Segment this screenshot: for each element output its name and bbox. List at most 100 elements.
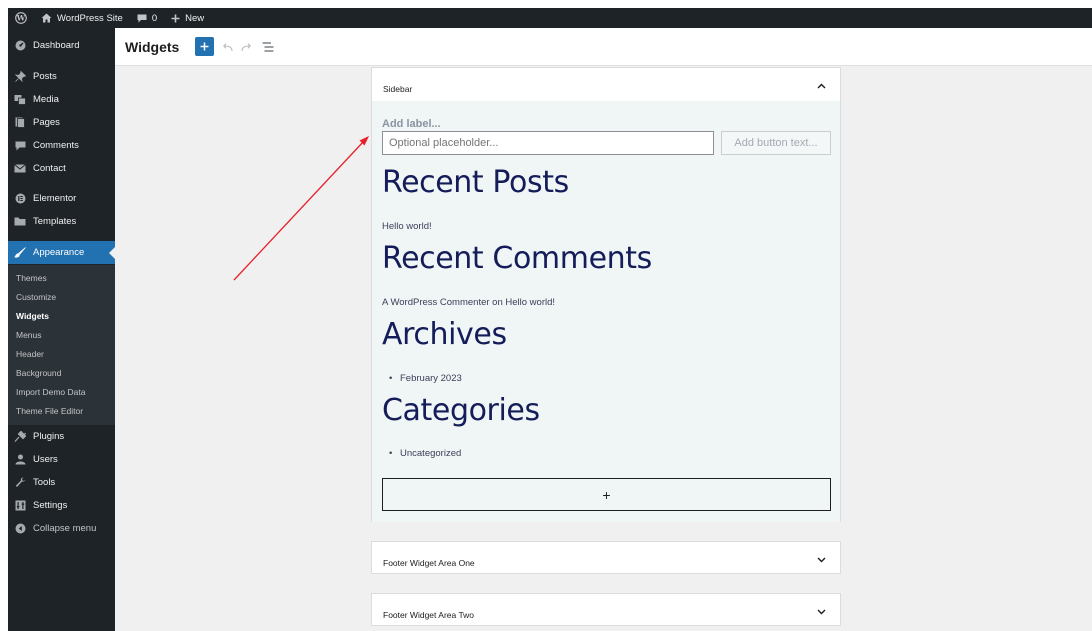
plug-icon — [13, 430, 27, 444]
menu-dashboard[interactable]: Dashboard — [8, 34, 115, 57]
widget-area-footer-one: Footer Widget Area One — [371, 541, 841, 574]
menu-label: Elementor — [33, 193, 77, 204]
site-name: WordPress Site — [57, 12, 123, 24]
menu-contact[interactable]: Contact — [8, 157, 115, 180]
chevron-down-icon[interactable] — [817, 609, 826, 615]
search-label[interactable]: Add label... — [382, 118, 441, 130]
folder-icon — [13, 215, 27, 229]
widget-area-header[interactable]: Footer Widget Area Two — [372, 594, 840, 627]
submenu-background[interactable]: Background — [16, 368, 61, 378]
menu-label: Tools — [33, 477, 56, 488]
left-margin — [0, 0, 8, 631]
admin-bar: W WordPress Site 0 New — [8, 8, 1092, 28]
redo-icon — [241, 42, 251, 51]
page-title: Widgets — [125, 39, 180, 55]
list-view-button[interactable] — [260, 39, 276, 55]
user-icon — [13, 453, 27, 467]
menu-label: Plugins — [33, 431, 65, 442]
categories-heading: Categories — [382, 393, 540, 428]
undo-icon — [223, 42, 233, 51]
comment-post-link[interactable]: Hello world! — [505, 297, 555, 308]
menu-label: Contact — [33, 163, 66, 174]
plus-icon — [200, 42, 209, 51]
widget-area-body: Add label... Add button text... Recent P… — [372, 101, 840, 522]
dashboard-icon — [13, 39, 27, 53]
appearance-submenu: Themes Customize Widgets Menus Header Ba… — [8, 265, 115, 425]
menu-templates[interactable]: Templates — [8, 210, 115, 233]
collapse-icon — [13, 522, 27, 536]
submenu-header[interactable]: Header — [16, 349, 44, 359]
media-icon — [13, 93, 27, 107]
list-view-icon — [262, 42, 274, 52]
elementor-icon — [13, 192, 27, 206]
menu-label: Posts — [33, 71, 57, 82]
block-inserter-button[interactable] — [195, 37, 214, 56]
mail-icon — [13, 162, 27, 176]
comment-on-text: on — [492, 297, 503, 308]
widget-area-footer-two: Footer Widget Area Two — [371, 593, 841, 626]
search-placeholder-input[interactable] — [382, 131, 714, 155]
widget-area-header[interactable]: Footer Widget Area One — [372, 542, 840, 575]
menu-comments[interactable]: Comments — [8, 134, 115, 157]
new-content-link[interactable]: New — [164, 8, 211, 28]
menu-users[interactable]: Users — [8, 448, 115, 471]
menu-label: Appearance — [33, 247, 85, 258]
archives-heading: Archives — [382, 317, 507, 352]
admin-sidebar: Dashboard Posts Media Pages Comments Con… — [8, 28, 115, 631]
wp-logo-button[interactable]: W — [8, 8, 34, 28]
menu-label: Dashboard — [33, 40, 80, 51]
menu-label: Templates — [33, 216, 77, 227]
widget-area-title: Sidebar — [383, 84, 413, 94]
menu-label: Users — [33, 454, 58, 465]
submenu-customize[interactable]: Customize — [16, 292, 56, 302]
menu-label: Comments — [33, 140, 79, 151]
menu-pages[interactable]: Pages — [8, 111, 115, 134]
submenu-widgets[interactable]: Widgets — [16, 311, 49, 321]
site-name-link[interactable]: WordPress Site — [34, 8, 130, 28]
recent-post-link[interactable]: Hello world! — [382, 221, 432, 232]
add-block-button[interactable]: + — [382, 478, 831, 511]
comments-link[interactable]: 0 — [130, 8, 164, 28]
comment-bubble-icon — [137, 14, 147, 22]
home-icon — [41, 13, 52, 23]
collapse-menu-button[interactable]: Collapse menu — [8, 517, 115, 540]
comment-author-link[interactable]: A WordPress Commenter — [382, 297, 490, 308]
submenu-theme-file-editor[interactable]: Theme File Editor — [16, 406, 83, 416]
new-label: New — [185, 12, 205, 24]
brush-icon — [13, 246, 27, 260]
chevron-down-icon[interactable] — [817, 557, 826, 563]
settings-icon — [13, 499, 27, 513]
widget-area-sidebar: Sidebar Add label... Add button text... … — [371, 67, 841, 522]
menu-elementor[interactable]: Elementor — [8, 187, 115, 210]
add-block-plus-icon: + — [602, 486, 611, 503]
menu-media[interactable]: Media — [8, 88, 115, 111]
menu-label: Pages — [33, 117, 60, 128]
archive-item-link[interactable]: February 2023 — [389, 373, 462, 384]
redo-button[interactable] — [239, 39, 255, 55]
undo-button[interactable] — [219, 39, 235, 55]
menu-posts[interactable]: Posts — [8, 65, 115, 88]
widgets-canvas: Sidebar Add label... Add button text... … — [115, 66, 1092, 631]
svg-text:W: W — [16, 14, 26, 23]
submenu-import-demo-data[interactable]: Import Demo Data — [16, 387, 85, 397]
submenu-themes[interactable]: Themes — [16, 273, 47, 283]
widget-area-header[interactable]: Sidebar — [372, 68, 840, 101]
plus-icon — [171, 14, 180, 22]
category-item-link[interactable]: Uncategorized — [389, 448, 461, 459]
search-button-text[interactable]: Add button text... — [721, 131, 831, 155]
recent-comments-heading: Recent Comments — [382, 241, 652, 276]
pages-icon — [13, 116, 27, 130]
comment-icon — [13, 139, 27, 153]
menu-appearance[interactable]: Appearance — [8, 241, 115, 264]
widget-area-title: Footer Widget Area Two — [383, 610, 475, 620]
chevron-up-icon[interactable] — [817, 83, 826, 89]
wrench-icon — [13, 476, 27, 490]
menu-settings[interactable]: Settings — [8, 494, 115, 517]
comments-count: 0 — [151, 12, 158, 24]
menu-label: Collapse menu — [33, 523, 97, 534]
submenu-menus[interactable]: Menus — [16, 330, 42, 340]
recent-posts-heading: Recent Posts — [382, 165, 569, 200]
menu-plugins[interactable]: Plugins — [8, 425, 115, 448]
menu-tools[interactable]: Tools — [8, 471, 115, 494]
recent-comment-item: A WordPress Commenter on Hello world! — [382, 297, 555, 308]
